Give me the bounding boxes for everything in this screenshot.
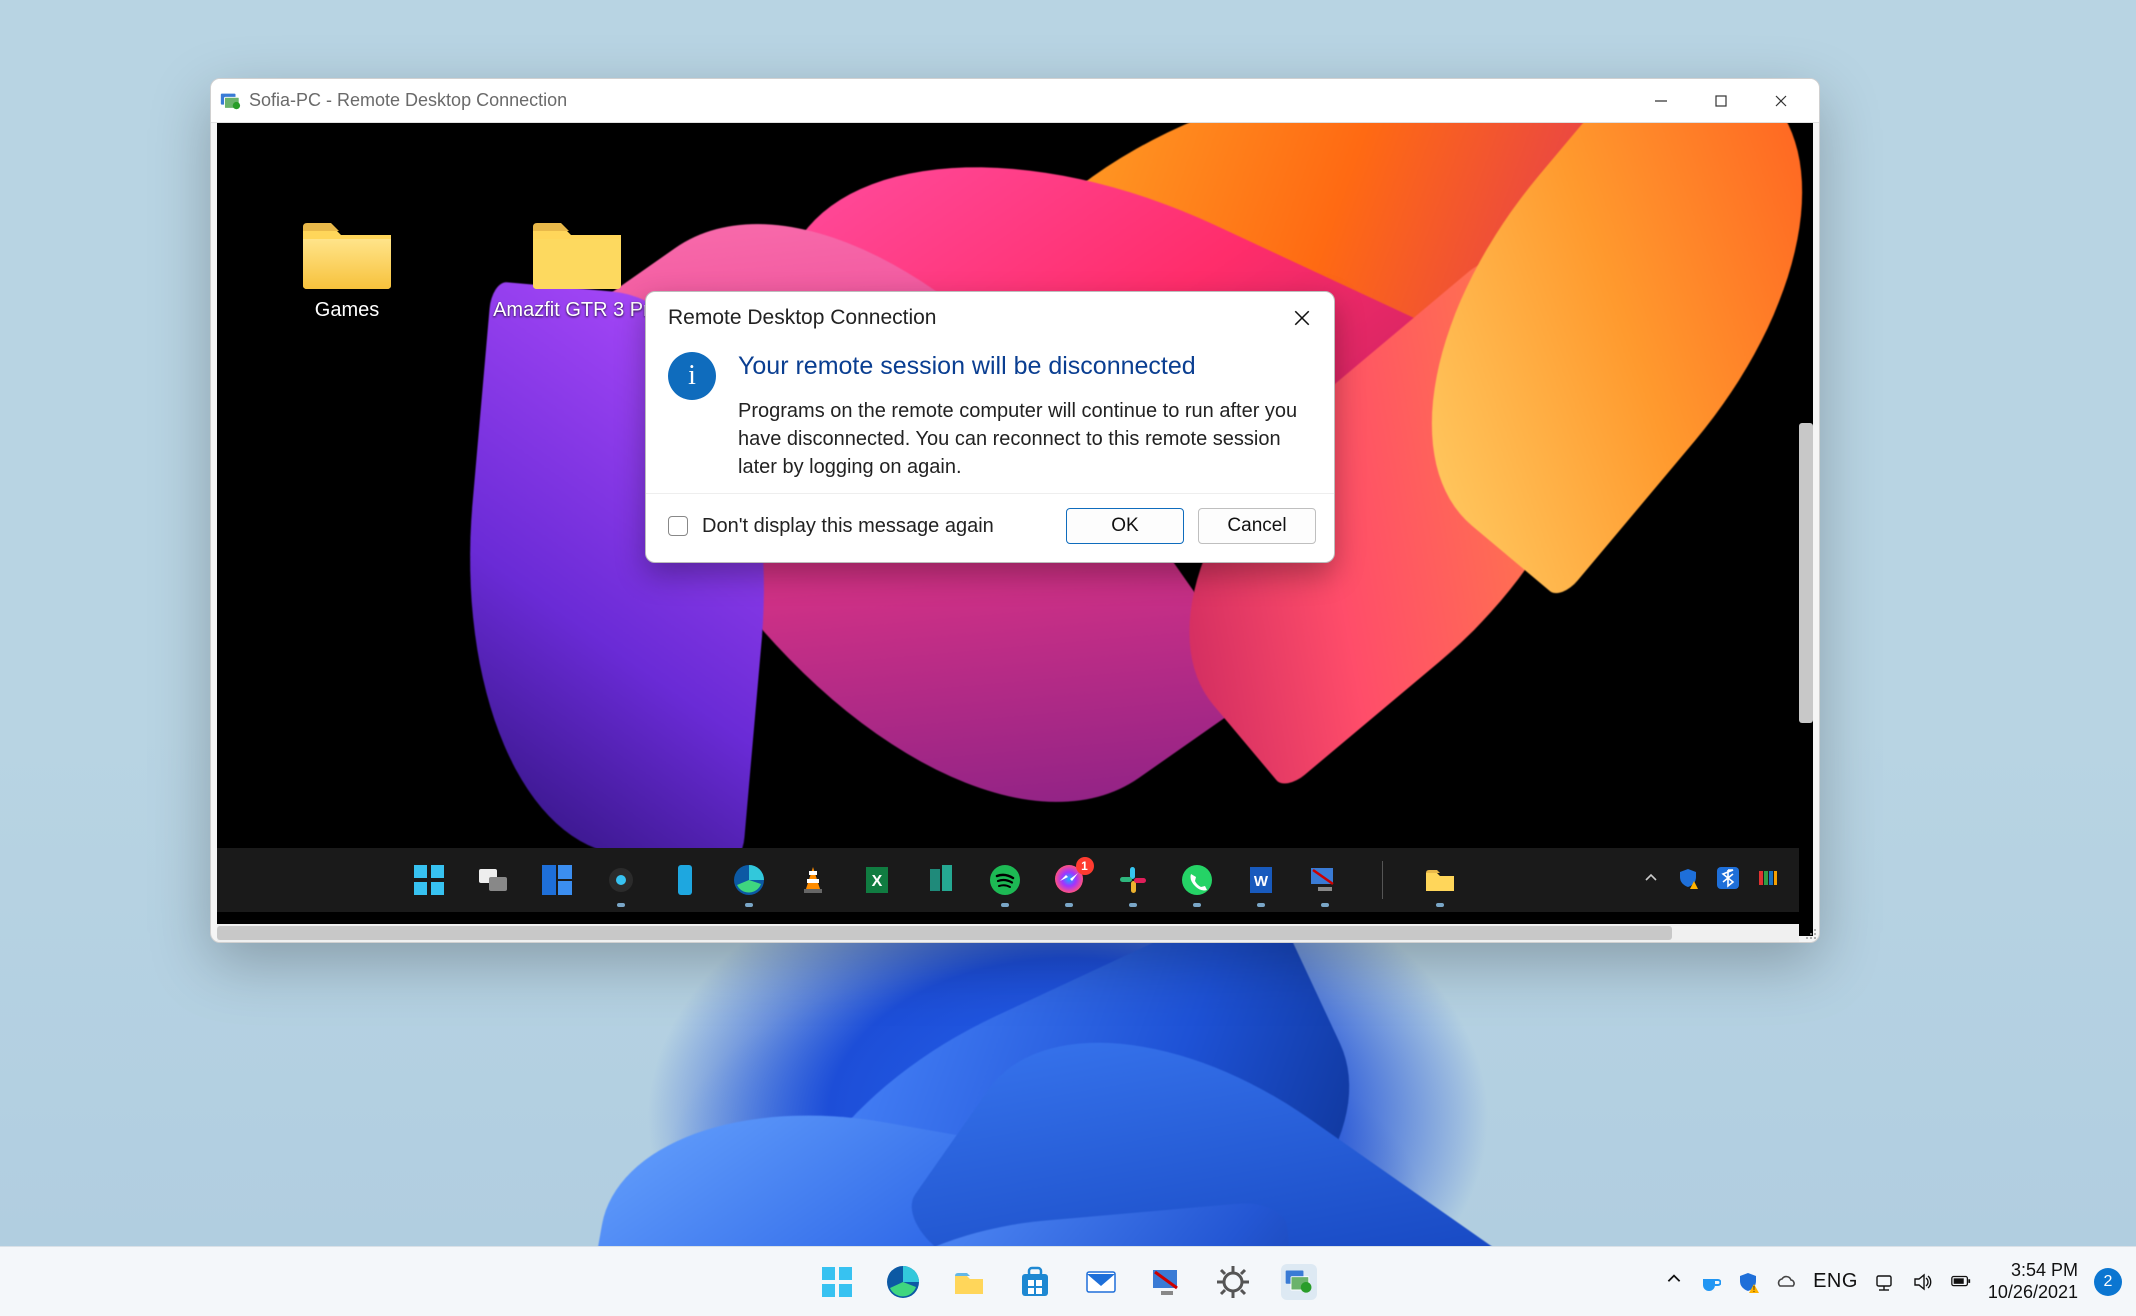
- host-file-explorer-icon[interactable]: [951, 1264, 987, 1300]
- dont-display-label: Don't display this message again: [702, 515, 1052, 538]
- desktop-folder-amazfit[interactable]: Amazfit GTR 3 Pro: [507, 213, 647, 322]
- onedrive-icon[interactable]: [1775, 1271, 1797, 1293]
- clock-time: 3:54 PM: [1988, 1260, 2078, 1282]
- network-icon[interactable]: [1874, 1271, 1896, 1293]
- vlc-icon[interactable]: [796, 863, 830, 897]
- widgets-icon[interactable]: [540, 863, 574, 897]
- rdp-window: Sofia-PC - Remote Desktop Connection Gam…: [210, 78, 1820, 943]
- host-rdp-disabled-icon[interactable]: [1149, 1264, 1185, 1300]
- desktop-icon-label: Games: [315, 299, 379, 322]
- clock[interactable]: 3:54 PM 10/26/2021: [1988, 1260, 2078, 1303]
- clock-date: 10/26/2021: [1988, 1282, 2078, 1304]
- taskbar-separator: [1382, 861, 1383, 899]
- edge-icon[interactable]: [732, 863, 766, 897]
- svg-text:!: !: [1753, 1285, 1755, 1293]
- desktop-folder-games[interactable]: Games: [277, 213, 417, 322]
- battery-icon[interactable]: [1950, 1271, 1972, 1293]
- slack-icon[interactable]: [1116, 863, 1150, 897]
- remote-desktop-viewport[interactable]: Games Amazfit GTR 3 Pro X: [217, 123, 1813, 936]
- spotify-icon[interactable]: [988, 863, 1022, 897]
- info-icon: i: [668, 352, 716, 400]
- whatsapp-icon[interactable]: [1180, 863, 1214, 897]
- host-tray-chevron-up-icon[interactable]: [1665, 1270, 1683, 1293]
- word-icon[interactable]: W: [1244, 863, 1278, 897]
- phone-link-icon[interactable]: [668, 863, 702, 897]
- file-explorer-icon[interactable]: [1423, 863, 1457, 897]
- excel-icon[interactable]: X: [860, 863, 894, 897]
- host-rdp-active-icon[interactable]: [1281, 1264, 1317, 1300]
- dont-display-checkbox[interactable]: [668, 516, 688, 536]
- rdp-taskbar-icon[interactable]: [1308, 863, 1342, 897]
- tray-chevron-up-icon[interactable]: [1643, 870, 1659, 891]
- disconnect-dialog: Remote Desktop Connection i Your remote …: [645, 291, 1335, 563]
- notification-count-badge[interactable]: 2: [2094, 1268, 2122, 1296]
- minimize-button[interactable]: [1631, 79, 1691, 123]
- task-view-icon[interactable]: [476, 863, 510, 897]
- settings-icon[interactable]: [604, 863, 638, 897]
- resize-grip-icon[interactable]: [1803, 926, 1817, 940]
- host-mail-icon[interactable]: [1083, 1264, 1119, 1300]
- dialog-heading: Your remote session will be disconnected: [738, 352, 1308, 381]
- security-shield-warning-icon[interactable]: !: [1737, 1271, 1759, 1293]
- rdp-window-title: Sofia-PC - Remote Desktop Connection: [249, 90, 567, 111]
- coffee-icon[interactable]: [1699, 1271, 1721, 1293]
- close-button[interactable]: [1751, 79, 1811, 123]
- color-meter-icon[interactable]: [1757, 867, 1779, 894]
- rdp-titlebar[interactable]: Sofia-PC - Remote Desktop Connection: [211, 79, 1819, 123]
- host-settings-icon[interactable]: [1215, 1264, 1251, 1300]
- folder-icon: [529, 213, 625, 289]
- bluetooth-icon[interactable]: [1717, 867, 1739, 894]
- dialog-body-text: Programs on the remote computer will con…: [738, 397, 1308, 481]
- remote-vertical-scrollbar[interactable]: [1799, 423, 1813, 723]
- ok-button[interactable]: OK: [1066, 508, 1184, 544]
- office-building-icon[interactable]: [924, 863, 958, 897]
- host-taskbar: ! ENG 3:54 PM 10/26/2021 2: [0, 1246, 2136, 1316]
- dialog-title: Remote Desktop Connection: [668, 306, 1288, 330]
- rdp-app-icon: [219, 90, 241, 112]
- cancel-button[interactable]: Cancel: [1198, 508, 1316, 544]
- svg-text:W: W: [1253, 873, 1268, 890]
- host-edge-icon[interactable]: [885, 1264, 921, 1300]
- folder-icon: [299, 213, 395, 289]
- remote-taskbar: X 1 W: [217, 848, 1799, 912]
- volume-icon[interactable]: [1912, 1271, 1934, 1293]
- maximize-button[interactable]: [1691, 79, 1751, 123]
- host-store-icon[interactable]: [1017, 1264, 1053, 1300]
- svg-text:X: X: [871, 873, 882, 890]
- start-button[interactable]: [412, 863, 446, 897]
- desktop-icon-label: Amazfit GTR 3 Pro: [493, 299, 661, 322]
- host-start-button[interactable]: [819, 1264, 855, 1300]
- language-indicator[interactable]: ENG: [1813, 1270, 1858, 1293]
- rdp-horizontal-scrollbar[interactable]: [217, 924, 1799, 942]
- security-shield-icon[interactable]: [1677, 867, 1699, 894]
- messenger-icon[interactable]: 1: [1052, 863, 1086, 897]
- dialog-close-button[interactable]: [1288, 304, 1316, 332]
- messenger-badge: 1: [1076, 857, 1094, 875]
